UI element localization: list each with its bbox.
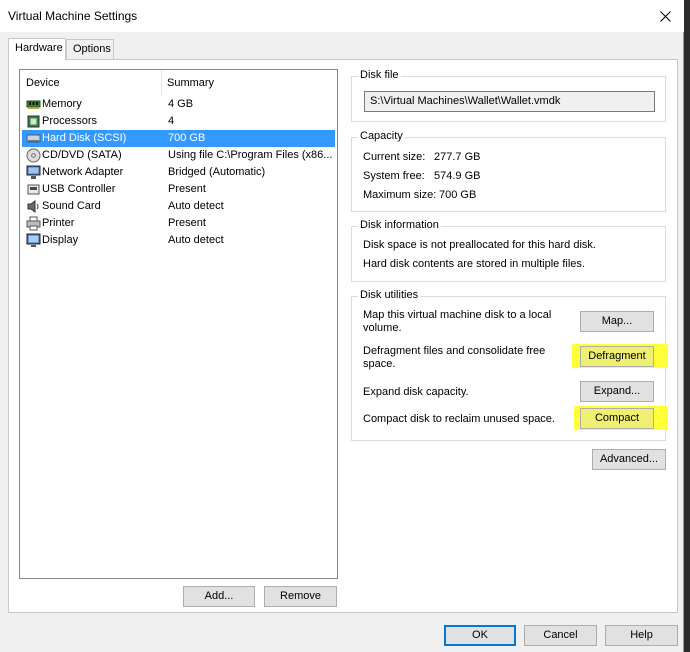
expand-button[interactable]: Expand... [580,381,654,402]
capacity-group: Capacity Current size: 277.7 GB System f… [351,130,666,212]
disk-information-heading: Disk information [358,219,441,231]
device-summary: 700 GB [168,132,206,144]
memory-icon [26,97,41,112]
help-button[interactable]: Help [605,625,678,646]
expand-description: Expand disk capacity. [363,386,469,398]
close-button[interactable] [650,2,680,30]
map-description-line-2: volume. [363,322,402,334]
device-row-cd-dvd[interactable]: CD/DVD (SATA) Using file C:\Program File… [22,147,335,164]
list-header: Device Summary [20,70,337,96]
hard-disk-icon [26,131,41,146]
defragment-button[interactable]: Defragment [580,346,654,367]
column-summary-label: Summary [167,77,215,89]
device-name: Sound Card [42,200,101,212]
column-device-label: Device [26,77,60,89]
disk-information-group: Disk information Disk space is not preal… [351,219,666,282]
disk-file-heading: Disk file [358,69,401,81]
disk-file-path-field[interactable]: S:\Virtual Machines\Wallet\Wallet.vmdk [364,91,655,112]
device-summary: Using file C:\Program Files (x86... [168,149,333,161]
device-row-usb-controller[interactable]: USB Controller Present [22,181,335,198]
device-summary: 4 [168,115,175,127]
device-name: Processors [42,115,98,127]
printer-icon [26,216,41,231]
device-row-hard-disk[interactable]: Hard Disk (SCSI) 700 GB [22,130,335,147]
tab-options-label: Options [73,43,111,55]
sound-card-icon [26,199,41,214]
device-summary: Auto detect [168,234,224,246]
device-row-network-adapter[interactable]: Network Adapter Bridged (Automatic) [22,164,335,181]
title-bar: Virtual Machine Settings [0,0,684,32]
column-header-summary[interactable]: Summary [161,70,337,96]
close-icon [659,10,671,22]
ok-button[interactable]: OK [444,625,516,646]
compact-description: Compact disk to reclaim unused space. [363,413,555,425]
display-icon [26,233,41,248]
usb-icon [26,182,41,197]
disk-file-group: Disk file S:\Virtual Machines\Wallet\Wal… [351,69,666,122]
disk-file-path: S:\Virtual Machines\Wallet\Wallet.vmdk [370,95,561,107]
cancel-button[interactable]: Cancel [524,625,597,646]
column-header-device[interactable]: Device [20,70,161,96]
maximum-size-label: Maximum size: [363,189,437,201]
device-list[interactable]: Device Summary Memory 4 GB Processors 4 [19,69,338,579]
disk-utilities-heading: Disk utilities [358,289,421,301]
maximum-size-value: 700 GB [439,189,477,201]
tab-hardware-label: Hardware [15,42,63,54]
device-summary: Bridged (Automatic) [168,166,266,178]
device-summary: Present [168,183,206,195]
device-name: Display [42,234,79,246]
device-name: Memory [42,98,82,110]
current-size-label: Current size: [363,151,426,163]
add-device-button[interactable]: Add... [183,586,255,607]
disk-info-line-1: Disk space is not preallocated for this … [363,239,596,251]
device-row-processors[interactable]: Processors 4 [22,113,335,130]
device-name: Hard Disk (SCSI) [42,132,127,144]
cd-dvd-icon [26,148,41,163]
system-free-label: System free: [363,170,425,182]
network-adapter-icon [26,165,41,180]
system-free-value: 574.9 GB [434,170,481,182]
map-button[interactable]: Map... [580,311,654,332]
device-name: Network Adapter [42,166,124,178]
defragment-description-line-1: Defragment files and consolidate free [363,345,546,357]
device-name: CD/DVD (SATA) [42,149,122,161]
tab-options[interactable]: Options [66,39,114,60]
device-row-memory[interactable]: Memory 4 GB [22,96,335,113]
device-name: USB Controller [42,183,116,195]
device-row-sound-card[interactable]: Sound Card Auto detect [22,198,335,215]
disk-info-line-2: Hard disk contents are stored in multipl… [363,258,585,270]
device-name: Printer [42,217,75,229]
window-title: Virtual Machine Settings [8,9,138,23]
defragment-description-line-2: space. [363,358,396,370]
processor-icon [26,114,41,129]
device-summary: Present [168,217,206,229]
vm-settings-dialog: Virtual Machine Settings Hardware Option… [0,0,684,652]
tab-hardware[interactable]: Hardware [8,38,66,60]
device-row-printer[interactable]: Printer Present [22,215,335,232]
device-summary: Auto detect [168,200,224,212]
device-summary: 4 GB [168,98,194,110]
current-size-value: 277.7 GB [434,151,481,163]
map-description-line-1: Map this virtual machine disk to a local [363,309,552,321]
remove-device-button[interactable]: Remove [264,586,337,607]
advanced-button[interactable]: Advanced... [592,449,666,470]
device-row-display[interactable]: Display Auto detect [22,232,335,249]
capacity-heading: Capacity [358,130,405,142]
compact-button[interactable]: Compact [580,408,654,429]
